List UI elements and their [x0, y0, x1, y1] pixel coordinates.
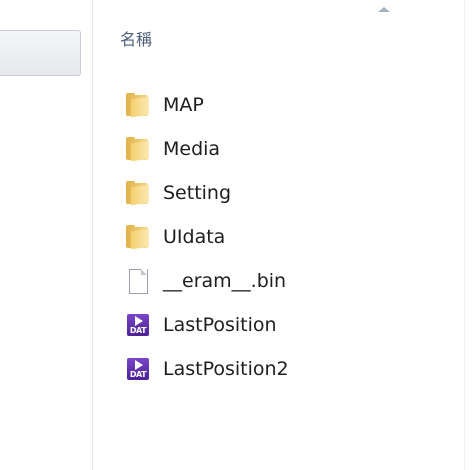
list-item[interactable]: Media [125, 127, 289, 171]
list-item[interactable]: UIdata [125, 215, 289, 259]
folder-icon [125, 180, 151, 206]
list-item[interactable]: Setting [125, 171, 289, 215]
name-column-header[interactable]: 名稱 [120, 26, 152, 50]
dat-file-icon: DAT [125, 312, 151, 338]
explorer-window: 名稱 MAP Media Setting UIdata __eram__.bin… [0, 0, 473, 470]
nav-selected-item[interactable] [0, 30, 81, 76]
file-name: Media [163, 138, 221, 160]
file-name: UIdata [163, 226, 226, 248]
dat-file-icon: DAT [125, 356, 151, 382]
folder-icon [125, 136, 151, 162]
file-name: LastPosition [163, 314, 277, 336]
folder-icon [125, 92, 151, 118]
folder-icon [125, 224, 151, 250]
file-name: MAP [163, 94, 204, 116]
file-name: LastPosition2 [163, 358, 289, 380]
list-item[interactable]: __eram__.bin [125, 259, 289, 303]
file-icon [125, 268, 151, 294]
list-item[interactable]: DAT LastPosition [125, 303, 289, 347]
file-name: __eram__.bin [163, 270, 287, 292]
file-name: Setting [163, 182, 232, 204]
file-list: MAP Media Setting UIdata __eram__.bin DA… [125, 83, 289, 391]
scrollbar-track[interactable] [464, 0, 473, 470]
list-item[interactable]: DAT LastPosition2 [125, 347, 289, 391]
sort-ascending-icon [378, 7, 390, 12]
navigation-pane[interactable] [0, 0, 93, 470]
list-item[interactable]: MAP [125, 83, 289, 127]
file-list-pane[interactable]: 名稱 MAP Media Setting UIdata __eram__.bin… [93, 0, 465, 470]
